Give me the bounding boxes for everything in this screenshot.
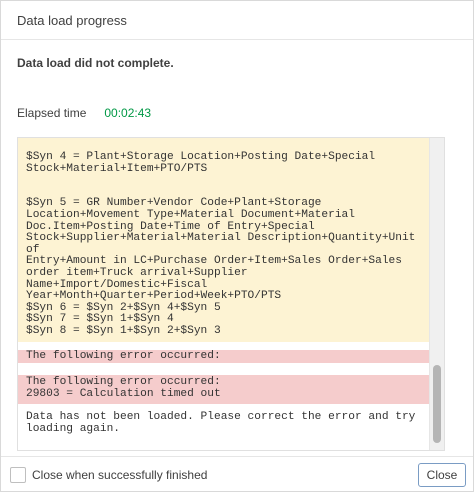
log-spacer xyxy=(18,342,429,350)
log-scrollbar[interactable] xyxy=(429,138,444,450)
dialog-footer: Close when successfully finished Close xyxy=(1,456,473,492)
log-content: $Syn 4 = Plant+Storage Location+Posting … xyxy=(18,138,429,450)
close-when-finished-label[interactable]: Close when successfully finished xyxy=(32,468,207,482)
close-button[interactable]: Close xyxy=(418,463,466,487)
log-final-message: Data has not been loaded. Please correct… xyxy=(18,410,429,436)
log-spacer xyxy=(18,363,429,375)
data-load-dialog: Data load progress Data load did not com… xyxy=(0,0,474,492)
log-error-line-1: The following error occurred: xyxy=(18,350,429,363)
load-status-message: Data load did not complete. xyxy=(17,56,174,70)
elapsed-time-row: Elapsed time 00:02:43 xyxy=(17,106,151,120)
log-error-block-2: The following error occurred: 29803 = Ca… xyxy=(18,375,429,404)
log-script-block: $Syn 4 = Plant+Storage Location+Posting … xyxy=(18,138,429,342)
log-panel[interactable]: $Syn 4 = Plant+Storage Location+Posting … xyxy=(17,137,445,451)
dialog-title: Data load progress xyxy=(1,1,473,40)
elapsed-time-value: 00:02:43 xyxy=(104,106,152,120)
close-when-finished-checkbox[interactable] xyxy=(10,467,26,483)
elapsed-time-label: Elapsed time xyxy=(17,106,87,120)
log-scrollbar-thumb[interactable] xyxy=(433,365,441,443)
